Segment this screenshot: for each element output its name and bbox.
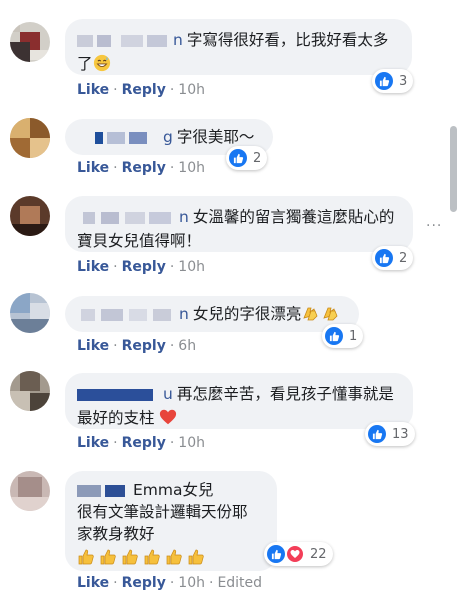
thumbs-up-emoji — [77, 548, 209, 572]
like-link[interactable]: Like — [77, 259, 109, 275]
reaction-count[interactable]: 3 — [372, 69, 414, 93]
avatar[interactable] — [10, 293, 50, 333]
like-reaction-icon — [325, 327, 343, 345]
like-link[interactable]: Like — [77, 575, 109, 591]
comment-actions: Like · Reply · 10h · Edited — [77, 575, 263, 591]
thumbs-up-emoji-row — [77, 547, 263, 572]
reaction-number: 1 — [349, 328, 358, 344]
comment-actions: Like · Reply · 10h — [77, 160, 205, 176]
reply-link[interactable]: Reply — [122, 160, 166, 176]
more-options-icon[interactable]: ··· — [426, 218, 442, 234]
author-name-blurred[interactable] — [77, 308, 173, 321]
author-name-blurred[interactable] — [77, 388, 157, 401]
like-link[interactable]: Like — [77, 82, 109, 98]
reply-link[interactable]: Reply — [122, 82, 166, 98]
like-link[interactable]: Like — [77, 435, 109, 451]
reaction-number: 2 — [399, 250, 408, 266]
love-reaction-icon — [286, 545, 304, 563]
reaction-count[interactable]: 2 — [226, 146, 268, 170]
comment-actions: Like · Reply · 6h — [77, 338, 197, 354]
reaction-number: 13 — [392, 426, 409, 442]
avatar[interactable] — [10, 196, 50, 236]
scrollbar[interactable] — [450, 126, 457, 212]
comment-bubble: n 字寫得很好看，比我好看太多了 — [65, 19, 412, 75]
author-name-blurred[interactable] — [77, 484, 127, 497]
like-reaction-icon — [368, 425, 386, 443]
comment-bubble: Emma女兒 很有文筆設計邏輯天份耶 家教身教好 — [65, 471, 277, 571]
author-name[interactable]: n — [179, 305, 189, 323]
avatar[interactable] — [10, 118, 50, 158]
reaction-count[interactable]: 22 — [264, 542, 333, 566]
timestamp[interactable]: 10h — [178, 82, 205, 98]
author-name-blurred[interactable] — [77, 211, 173, 224]
timestamp[interactable]: 10h — [178, 435, 205, 451]
reply-link[interactable]: Reply — [122, 259, 166, 275]
comment-actions: Like · Reply · 10h — [77, 82, 205, 98]
reaction-count[interactable]: 2 — [372, 246, 414, 270]
author-name[interactable]: n — [179, 208, 189, 226]
comment-bubble: u 再怎麼辛苦，看見孩子懂事就是最好的支柱 — [65, 373, 413, 429]
reaction-count[interactable]: 1 — [322, 324, 364, 348]
grinning-sweat-emoji — [93, 54, 111, 79]
reply-link[interactable]: Reply — [122, 575, 166, 591]
author-name[interactable]: n — [173, 31, 183, 49]
reaction-count[interactable]: 13 — [365, 422, 415, 446]
author-name[interactable]: g — [163, 128, 173, 146]
comment-text: 女兒的字很漂亮 — [192, 305, 302, 323]
like-reaction-icon — [229, 149, 247, 167]
avatar[interactable] — [10, 22, 50, 62]
mention-link[interactable]: Emma女兒 — [133, 481, 214, 499]
reaction-number: 2 — [253, 150, 262, 166]
red-heart-emoji — [159, 408, 177, 433]
like-link[interactable]: Like — [77, 338, 109, 354]
reply-link[interactable]: Reply — [122, 338, 166, 354]
avatar[interactable] — [10, 471, 50, 511]
timestamp[interactable]: 10h — [178, 259, 205, 275]
avatar[interactable] — [10, 371, 50, 411]
timestamp[interactable]: 10h — [178, 160, 205, 176]
like-reaction-icon — [375, 249, 393, 267]
comment-bubble: n 女兒的字很漂亮 — [65, 296, 359, 332]
comment-text: 字很美耶～ — [176, 128, 255, 146]
like-reaction-icon — [267, 545, 285, 563]
reaction-number: 3 — [399, 73, 408, 89]
comment-actions: Like · Reply · 10h — [77, 259, 205, 275]
reaction-number: 22 — [310, 546, 327, 562]
reply-link[interactable]: Reply — [122, 435, 166, 451]
edited-label[interactable]: Edited — [217, 575, 262, 591]
like-reaction-icon — [375, 72, 393, 90]
author-name-blurred[interactable] — [77, 34, 167, 47]
like-link[interactable]: Like — [77, 160, 109, 176]
comment-text-line: 家教身教好 — [77, 525, 155, 543]
comment-text-line: 很有文筆設計邏輯天份耶 — [77, 503, 248, 521]
comment-bubble: n 女溫馨的留言獨養這麼貼心的寶貝女兒值得啊！ — [65, 196, 413, 252]
timestamp[interactable]: 6h — [178, 338, 196, 354]
author-name-blurred[interactable] — [77, 131, 157, 144]
author-name[interactable]: u — [163, 385, 173, 403]
comment-actions: Like · Reply · 10h — [77, 435, 205, 451]
timestamp[interactable]: 10h — [178, 575, 205, 591]
